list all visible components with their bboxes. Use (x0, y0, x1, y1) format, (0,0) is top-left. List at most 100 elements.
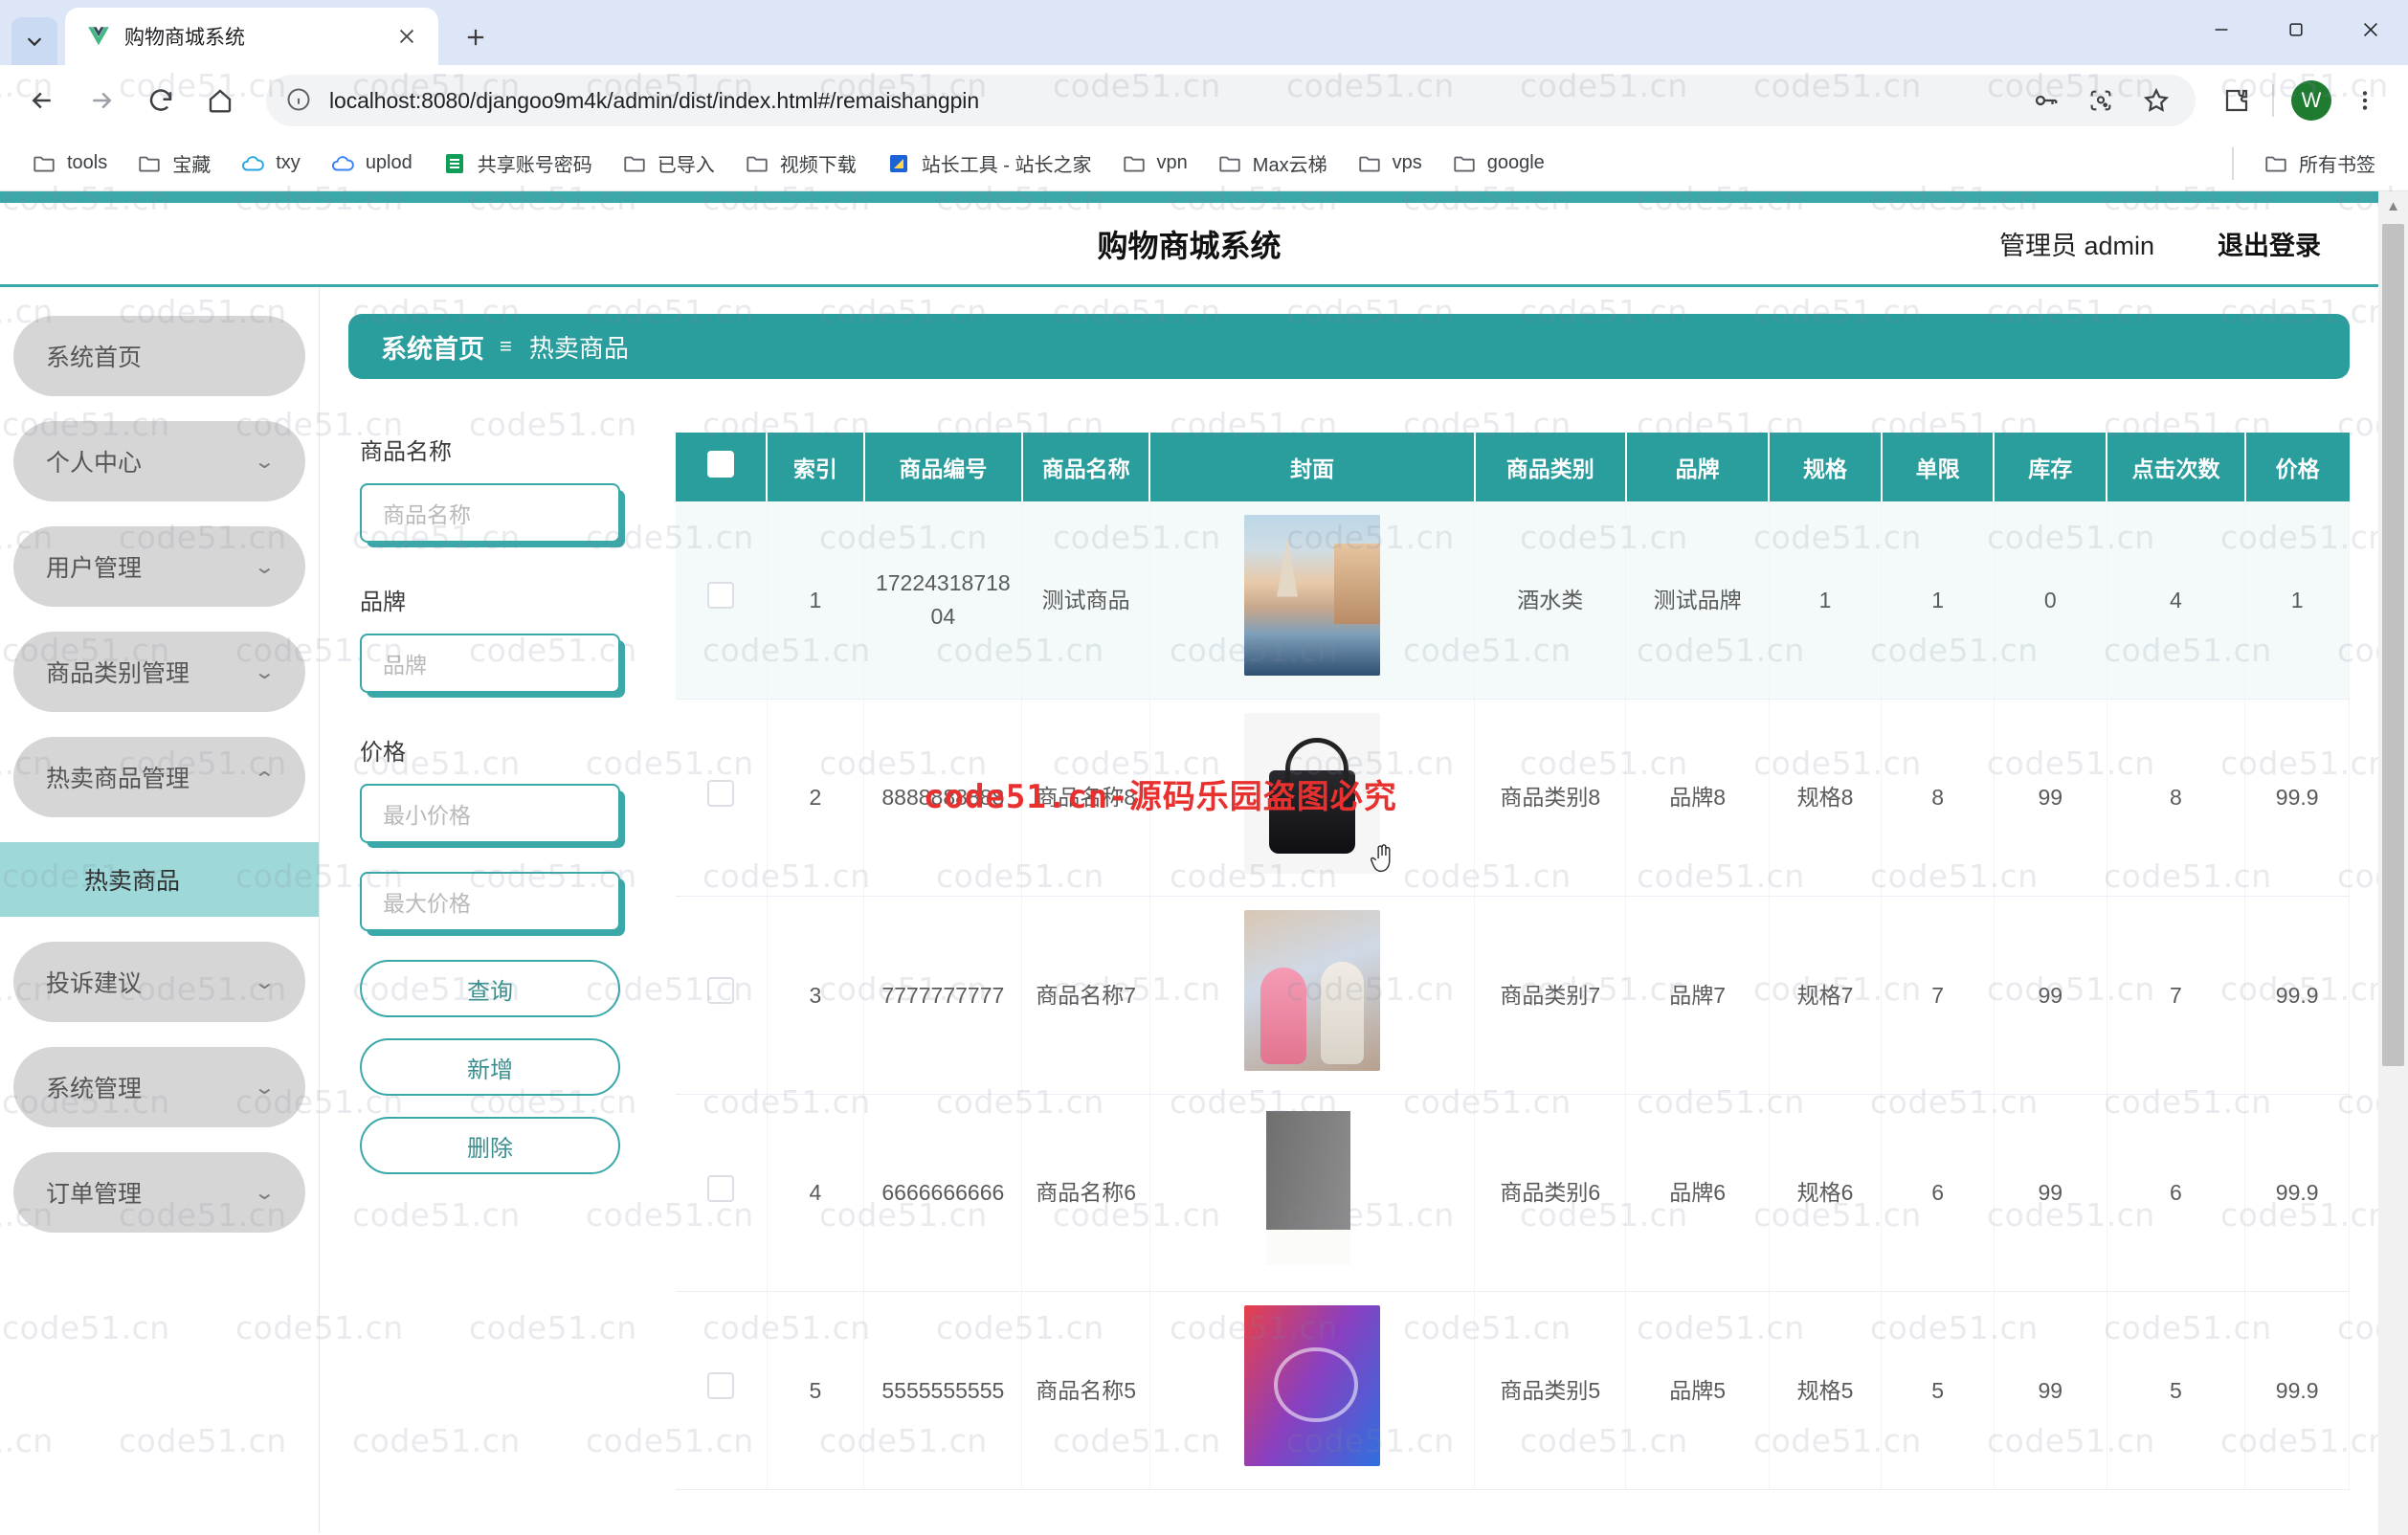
checkbox-icon[interactable] (707, 451, 734, 478)
three-dot-menu-icon[interactable] (2339, 75, 2391, 126)
cloud-blue-icon (239, 150, 266, 177)
checkbox-icon[interactable] (707, 977, 735, 1004)
password-key-icon[interactable] (2025, 80, 2065, 121)
cell-price: 1 (2244, 501, 2350, 700)
plush-toys-photo[interactable] (1243, 910, 1380, 1071)
tab-strip: 购物商城系统 (0, 0, 2408, 65)
sidebar-item-label: 用户管理 (46, 555, 143, 582)
bookmark-item[interactable]: 站长工具 - 站长之家 (874, 144, 1104, 183)
sidebar-item-hot-product-management[interactable]: 热卖商品管理 ⌄ (13, 737, 305, 817)
cell-cover[interactable] (1149, 896, 1476, 1095)
lens-camera-icon[interactable] (2081, 80, 2121, 121)
delete-button[interactable]: 删除 (360, 1117, 620, 1174)
logout-button[interactable]: 退出登录 (2218, 225, 2321, 262)
bookmark-star-icon[interactable] (2136, 80, 2176, 121)
bookmark-label: tools (67, 152, 108, 173)
checkbox-icon[interactable] (707, 582, 735, 609)
sidebar-item-system-management[interactable]: 系统管理 ⌄ (13, 1047, 305, 1127)
forward-button[interactable] (77, 76, 126, 125)
cell-limit: 1 (1881, 501, 1995, 700)
bookmark-item[interactable]: google (1439, 145, 1556, 183)
bookmark-item[interactable]: txy (228, 145, 312, 183)
bookmark-item[interactable]: tools (19, 145, 119, 183)
checkbox-icon[interactable] (707, 779, 735, 807)
reload-button[interactable] (136, 76, 186, 125)
folder-icon (621, 150, 648, 177)
venice-canal-photo[interactable] (1243, 515, 1380, 676)
bookmark-item[interactable]: 已导入 (610, 144, 726, 183)
url-text: localhost:8080/djangoo9m4k/admin/dist/in… (329, 87, 980, 113)
all-bookmarks-button[interactable]: 所有书签 (2251, 144, 2387, 183)
price-min-input[interactable]: 最小价格 (360, 784, 620, 843)
cell-stock: 99 (1994, 1094, 2107, 1292)
chevron-up-icon: ⌄ (253, 766, 277, 788)
bookmark-item[interactable]: 视频下载 (732, 144, 868, 183)
row-checkbox-cell[interactable] (676, 501, 768, 700)
cell-brand: 品牌7 (1625, 896, 1770, 1095)
home-button[interactable] (195, 76, 245, 125)
bookmark-item[interactable]: Max云梯 (1205, 144, 1339, 183)
brand-input[interactable]: 品牌 (360, 634, 620, 693)
chevron-down-icon (27, 37, 42, 47)
maximize-button[interactable] (2259, 0, 2333, 59)
price-max-input[interactable]: 最大价格 (360, 872, 620, 931)
sidebar-item-user-management[interactable]: 用户管理 ⌄ (13, 526, 305, 607)
profile-avatar[interactable]: W (2291, 80, 2331, 121)
page-scrollbar[interactable]: ▲ (2378, 191, 2408, 1535)
grey-book-photo[interactable] (1243, 1107, 1380, 1269)
close-window-button[interactable] (2333, 0, 2408, 59)
earbuds-gradient-photo[interactable] (1243, 1305, 1380, 1466)
sidebar-item-complaints[interactable]: 投诉建议 ⌄ (13, 942, 305, 1022)
cell-code: 7777777777 (863, 896, 1023, 1095)
tab-search-button[interactable] (11, 17, 57, 65)
cell-cover[interactable] (1149, 1291, 1476, 1490)
sidebar-item-order-management[interactable]: 订单管理 ⌄ (13, 1152, 305, 1233)
bookmark-item[interactable]: 共享账号密码 (430, 144, 604, 183)
close-icon[interactable] (389, 18, 425, 55)
minimize-button[interactable] (2184, 0, 2259, 59)
sidebar-subitem-hot-products[interactable]: 热卖商品 (0, 842, 319, 917)
column-brand: 品牌 (1625, 433, 1771, 501)
product-name-input[interactable]: 商品名称 (360, 483, 620, 543)
site-info-icon[interactable] (285, 86, 314, 115)
table-row[interactable]: 4 6666666666 商品名称6 商品类别6 品牌6 规格6 6 99 6 … (676, 1094, 2350, 1292)
cell-cover[interactable] (1149, 501, 1476, 700)
bookmark-item[interactable]: uplod (318, 145, 424, 183)
cell-index: 2 (767, 699, 865, 897)
extensions-puzzle-icon[interactable] (2211, 75, 2263, 126)
cell-clicks: 5 (2107, 1291, 2246, 1490)
cell-name: 商品名称6 (1021, 1094, 1150, 1292)
table-row[interactable]: 3 7777777777 商品名称7 商品类别7 品牌7 规格7 7 99 7 … (676, 896, 2350, 1095)
bookmark-item[interactable]: vpn (1109, 145, 1199, 183)
row-checkbox-cell[interactable] (676, 1094, 768, 1292)
back-button[interactable] (17, 76, 67, 125)
select-all-header[interactable] (676, 433, 768, 501)
new-tab-button[interactable] (454, 15, 498, 59)
checkbox-icon[interactable] (707, 1372, 735, 1399)
table-row[interactable]: 5 5555555555 商品名称5 商品类别5 品牌5 规格5 5 99 5 … (676, 1291, 2350, 1490)
chevron-down-icon: ⌄ (253, 661, 277, 683)
row-checkbox-cell[interactable] (676, 896, 768, 1095)
sidebar-item-category-management[interactable]: 商品类别管理 ⌄ (13, 632, 305, 712)
scrollbar-thumb[interactable] (2382, 224, 2404, 1066)
address-bar[interactable]: localhost:8080/djangoo9m4k/admin/dist/in… (266, 75, 2196, 126)
bookmark-label: google (1486, 152, 1545, 173)
checkbox-icon[interactable] (707, 1174, 735, 1202)
add-button[interactable]: 新增 (360, 1038, 620, 1096)
cell-cover[interactable] (1149, 1094, 1476, 1292)
folder-icon (31, 150, 57, 177)
search-button[interactable]: 查询 (360, 960, 620, 1017)
table-row[interactable]: 1 1722431871804 测试商品 酒水类 测试品牌 1 1 0 4 1 (676, 501, 2350, 700)
row-checkbox-cell[interactable] (676, 699, 768, 897)
bookmark-item[interactable]: vps (1345, 145, 1434, 183)
scroll-up-arrow-icon[interactable]: ▲ (2378, 191, 2408, 220)
browser-tab[interactable]: 购物商城系统 (65, 8, 438, 65)
sidebar-item-personal-center[interactable]: 个人中心 ⌄ (13, 421, 305, 501)
breadcrumb-home[interactable]: 系统首页 (381, 328, 484, 366)
sidebar-item-home[interactable]: 系统首页 (13, 316, 305, 396)
cell-brand: 品牌5 (1625, 1291, 1770, 1490)
row-checkbox-cell[interactable] (676, 1291, 768, 1490)
bookmark-item[interactable]: 宝藏 (124, 144, 222, 183)
bookmark-label: 宝藏 (172, 155, 212, 176)
cell-index: 4 (767, 1094, 865, 1292)
